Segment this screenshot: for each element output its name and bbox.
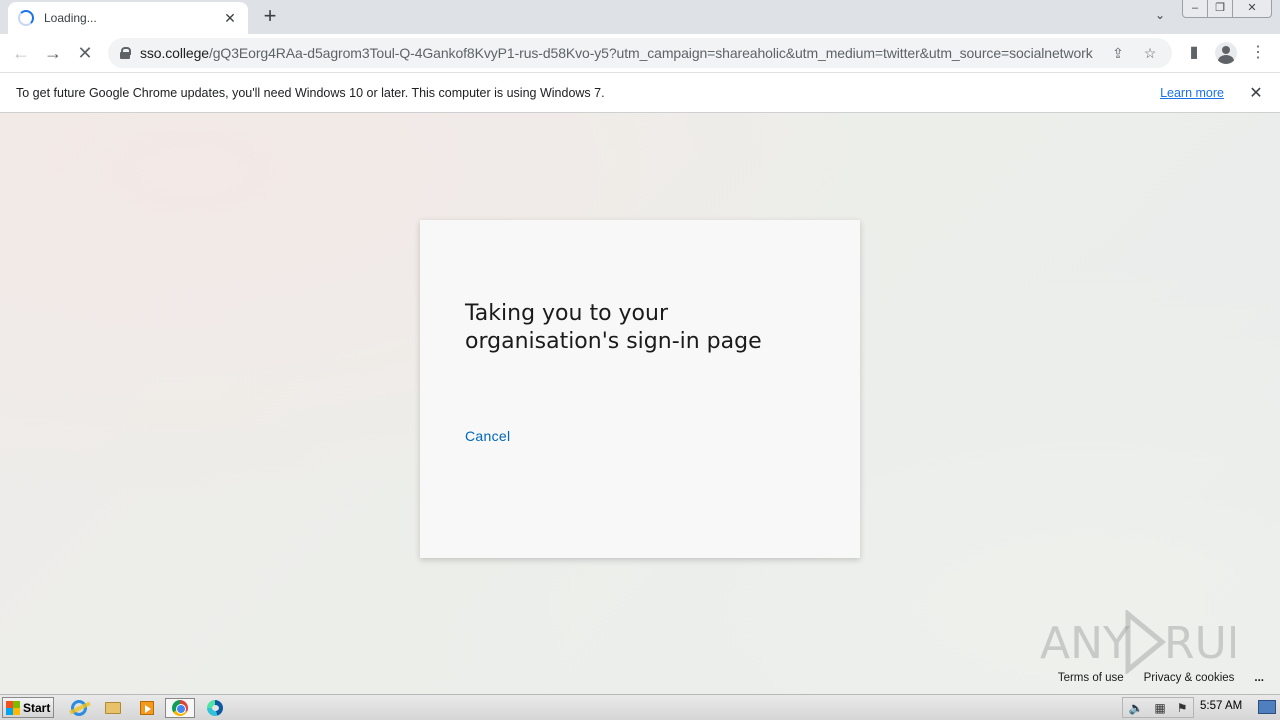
chrome-menu-icon[interactable]: ⋮ [1244, 39, 1272, 67]
tab-strip: Loading... ✕ + ⌄ – ❐ ✕ [0, 0, 1280, 34]
internet-explorer-icon [71, 700, 87, 716]
start-button[interactable]: Start [2, 697, 54, 718]
volume-icon[interactable]: 🔈 [1128, 701, 1143, 715]
stop-loading-icon[interactable]: ✕ [72, 40, 98, 66]
side-panel-icon[interactable]: ▮ [1180, 39, 1208, 67]
url-text[interactable]: sso.college/gQ3Eorg4RAa-d5agrom3Toul-Q-4… [140, 45, 1098, 61]
page-footer: Terms of use Privacy & cookies ... [1038, 672, 1264, 684]
taskbar-media-player[interactable] [136, 698, 158, 718]
address-bar[interactable]: sso.college/gQ3Eorg4RAa-d5agrom3Toul-Q-4… [108, 38, 1172, 68]
back-arrow-icon[interactable]: ← [8, 40, 34, 66]
profile-avatar-icon [1215, 42, 1237, 64]
network-icon[interactable]: ▦ [1154, 701, 1165, 715]
forward-arrow-icon[interactable]: → [40, 40, 66, 66]
chrome-icon [172, 700, 188, 716]
url-path: /gQ3Eorg4RAa-d5agrom3Toul-Q-4Gankof8KvyP… [208, 45, 1093, 61]
start-label: Start [23, 700, 51, 715]
infobar-message: To get future Google Chrome updates, you… [16, 85, 605, 100]
loading-spinner-icon [18, 10, 34, 26]
redirect-card: Taking you to your organisation's sign-i… [420, 220, 860, 558]
lock-icon[interactable] [120, 47, 131, 59]
anyrun-watermark-logo: ANY RUN [1040, 610, 1235, 674]
browser-toolbar: ← → ✕ sso.college/gQ3Eorg4RAa-d5agrom3To… [0, 34, 1280, 72]
url-host: sso.college [140, 45, 209, 61]
close-window-icon[interactable]: ✕ [1232, 0, 1272, 18]
taskbar-clock[interactable]: 5:57 AM [1200, 700, 1242, 712]
restore-window-icon[interactable]: ❐ [1207, 0, 1233, 18]
browser-tab[interactable]: Loading... ✕ [8, 2, 248, 34]
infobar-close-icon[interactable]: ✕ [1248, 83, 1264, 103]
minimize-window-icon[interactable]: – [1182, 0, 1208, 18]
edge-icon [207, 700, 223, 716]
cancel-link[interactable]: Cancel [465, 428, 510, 444]
new-tab-button[interactable]: + [258, 5, 282, 29]
folder-icon [105, 702, 121, 714]
windows-logo-icon [6, 700, 20, 715]
window-controls: – ❐ ✕ [1182, 0, 1272, 20]
taskbar-internet-explorer[interactable] [68, 698, 90, 718]
taskbar-edge[interactable] [204, 698, 226, 718]
page-content: Taking you to your organisation's sign-i… [0, 113, 1280, 694]
taskbar-chrome[interactable] [165, 698, 195, 718]
taskbar-file-explorer[interactable] [102, 698, 124, 718]
profile-button[interactable] [1212, 39, 1240, 67]
show-desktop-button[interactable] [1258, 700, 1276, 714]
learn-more-link[interactable]: Learn more [1160, 86, 1224, 100]
page-heading: Taking you to your organisation's sign-i… [465, 301, 762, 354]
system-tray: 🔈 ▦ ⚑ [1122, 697, 1194, 718]
svg-text:RUN: RUN [1164, 618, 1235, 669]
update-infobar: To get future Google Chrome updates, you… [0, 72, 1280, 113]
svg-text:ANY: ANY [1040, 618, 1130, 669]
bookmark-star-icon[interactable]: ☆ [1138, 41, 1162, 65]
media-player-icon [140, 701, 154, 715]
taskbar: Start 🔈 ▦ ⚑ 5:57 AM [0, 694, 1280, 720]
action-center-flag-icon[interactable]: ⚑ [1177, 701, 1188, 715]
terms-of-use-link[interactable]: Terms of use [1058, 672, 1124, 684]
footer-more-button[interactable]: ... [1254, 672, 1264, 684]
tab-close-icon[interactable]: ✕ [222, 10, 238, 27]
privacy-cookies-link[interactable]: Privacy & cookies [1144, 672, 1235, 684]
share-icon[interactable]: ⇪ [1106, 41, 1130, 65]
tab-search-chevron-icon[interactable]: ⌄ [1150, 8, 1170, 24]
tab-title: Loading... [44, 11, 97, 25]
